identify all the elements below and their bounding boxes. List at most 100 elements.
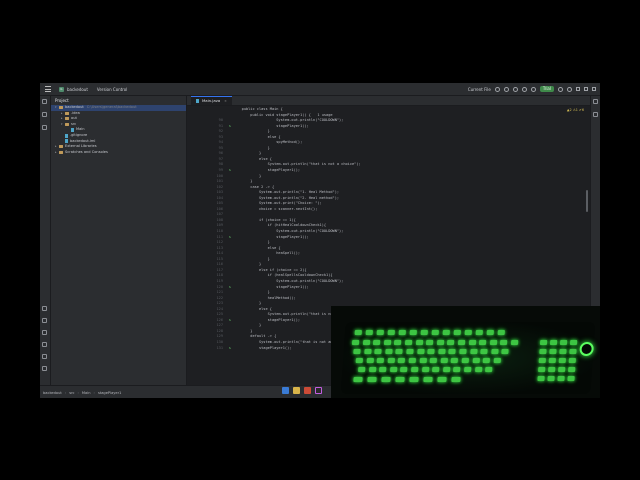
- folder-icon: [65, 123, 69, 127]
- keyboard-key: [453, 367, 461, 372]
- file-explorer-icon[interactable]: [293, 386, 300, 394]
- keyboard-key: [440, 358, 448, 363]
- breadcrumb-item[interactable]: backedout: [43, 391, 62, 395]
- keyboard-key: [409, 330, 417, 335]
- keyboard-key: [472, 358, 480, 363]
- project-tree: ▾ backedout C:\Users\general\backedout ▸ .id…: [51, 105, 186, 155]
- problems-tool-icon[interactable]: [42, 342, 47, 347]
- more-actions-icon[interactable]: [512, 86, 518, 92]
- rgb-keyboard-image: [340, 322, 596, 394]
- keyboard-key: [461, 358, 469, 363]
- keyboard-key: [447, 340, 455, 345]
- folder-icon: [65, 117, 69, 121]
- numpad-key: [558, 358, 566, 363]
- run-icon[interactable]: [494, 86, 500, 92]
- keyboard-key: [459, 349, 467, 354]
- keyboard-key: [395, 377, 405, 382]
- plugins-tool-icon[interactable]: [42, 306, 47, 311]
- tree-item[interactable]: ▸ Scratches and Consoles: [51, 150, 186, 156]
- trial-badge[interactable]: Trial: [539, 86, 554, 92]
- hamburger-menu-icon[interactable]: [45, 86, 51, 92]
- tab-main-java[interactable]: Main.java ✕: [191, 96, 232, 105]
- java-file-icon: [196, 99, 199, 103]
- keyboard-key: [429, 358, 438, 363]
- keyboard-key: [398, 358, 406, 363]
- keyboard-key: [419, 358, 427, 363]
- editor-scrollbar[interactable]: [586, 190, 588, 212]
- webcam-overlay: [331, 306, 600, 398]
- gear-icon[interactable]: [567, 86, 572, 92]
- keyboard-key: [464, 330, 472, 335]
- keyboard-key: [475, 330, 483, 335]
- run-config-dropdown[interactable]: Current File: [468, 87, 491, 92]
- volume-dial: [579, 342, 595, 356]
- intellij-icon[interactable]: [315, 386, 322, 394]
- windows-taskbar: [282, 385, 322, 395]
- database-icon[interactable]: [593, 112, 598, 117]
- numpad-key: [548, 367, 556, 372]
- start-icon[interactable]: [282, 386, 289, 394]
- keyboard-key: [400, 367, 408, 372]
- keyboard-key: [358, 367, 366, 372]
- numpad-key: [538, 367, 546, 372]
- numpad-key: [559, 349, 567, 354]
- project-name-dropdown[interactable]: backedout: [67, 87, 88, 92]
- keyboard-key: [426, 340, 434, 345]
- numpad-key: [549, 340, 558, 345]
- keyboard-key: [421, 367, 429, 372]
- project-panel-title[interactable]: Project: [51, 96, 186, 105]
- maximize-button[interactable]: [584, 87, 588, 91]
- keyboard-key: [423, 377, 433, 382]
- search-icon[interactable]: [558, 86, 563, 92]
- keyboard-key: [480, 349, 488, 354]
- code-text: stagePlayer1();: [233, 345, 292, 350]
- keyboard-key: [398, 330, 406, 335]
- commit-tool-icon[interactable]: [42, 112, 47, 117]
- project-badge: b: [59, 86, 64, 92]
- code-with-me-icon[interactable]: [521, 86, 527, 92]
- services-tool-icon[interactable]: [42, 354, 47, 359]
- keyboard-key: [354, 330, 362, 335]
- breadcrumb-item[interactable]: Main: [82, 391, 91, 395]
- numpad-key: [537, 376, 545, 381]
- keyboard-key: [387, 330, 395, 335]
- close-tab-icon[interactable]: ✕: [224, 98, 227, 104]
- keyboard-key: [431, 330, 439, 335]
- close-button[interactable]: [592, 87, 596, 91]
- keyboard-key: [451, 377, 461, 382]
- keyboard-key: [468, 340, 476, 345]
- version-control-dropdown[interactable]: Version Control: [97, 87, 127, 92]
- keyboard-key: [373, 340, 381, 345]
- git-tool-icon[interactable]: [42, 366, 47, 371]
- keyboard-key: [493, 358, 501, 363]
- keyboard-key: [415, 340, 423, 345]
- chevron-right-icon[interactable]: ▸: [55, 150, 58, 156]
- project-tool-icon[interactable]: [42, 99, 47, 104]
- tab-label: Main.java: [202, 98, 221, 103]
- debug-icon[interactable]: [503, 86, 509, 92]
- folder-icon: [59, 106, 63, 110]
- brave-browser-icon[interactable]: [304, 386, 311, 394]
- keyboard-key: [485, 367, 493, 372]
- chevron-down-icon[interactable]: ▾: [55, 105, 58, 111]
- breadcrumb-item[interactable]: src: [69, 391, 74, 395]
- minimize-button[interactable]: [576, 87, 580, 91]
- keyboard-key: [394, 340, 402, 345]
- numpad-key: [558, 367, 566, 372]
- keyboard-key: [432, 367, 440, 372]
- keyboard-key: [416, 349, 425, 354]
- keyboard-key: [479, 340, 487, 345]
- keyboard-key: [489, 340, 498, 345]
- notifications-icon[interactable]: [593, 99, 598, 104]
- keyboard-key: [474, 367, 482, 372]
- chevron-down-icon[interactable]: ▾: [61, 122, 64, 128]
- breadcrumb-item[interactable]: stagePlayer1: [98, 391, 121, 395]
- structure-tool-icon[interactable]: [42, 125, 47, 130]
- account-icon[interactable]: [530, 86, 536, 92]
- terminal-tool-icon[interactable]: [42, 330, 47, 335]
- title-bar-actions: Current File Trial: [468, 83, 596, 95]
- breadcrumb-separator: ›: [64, 390, 67, 395]
- keyboard-key: [374, 349, 382, 354]
- run-tool-icon[interactable]: [42, 318, 47, 323]
- numpad-key: [549, 349, 557, 354]
